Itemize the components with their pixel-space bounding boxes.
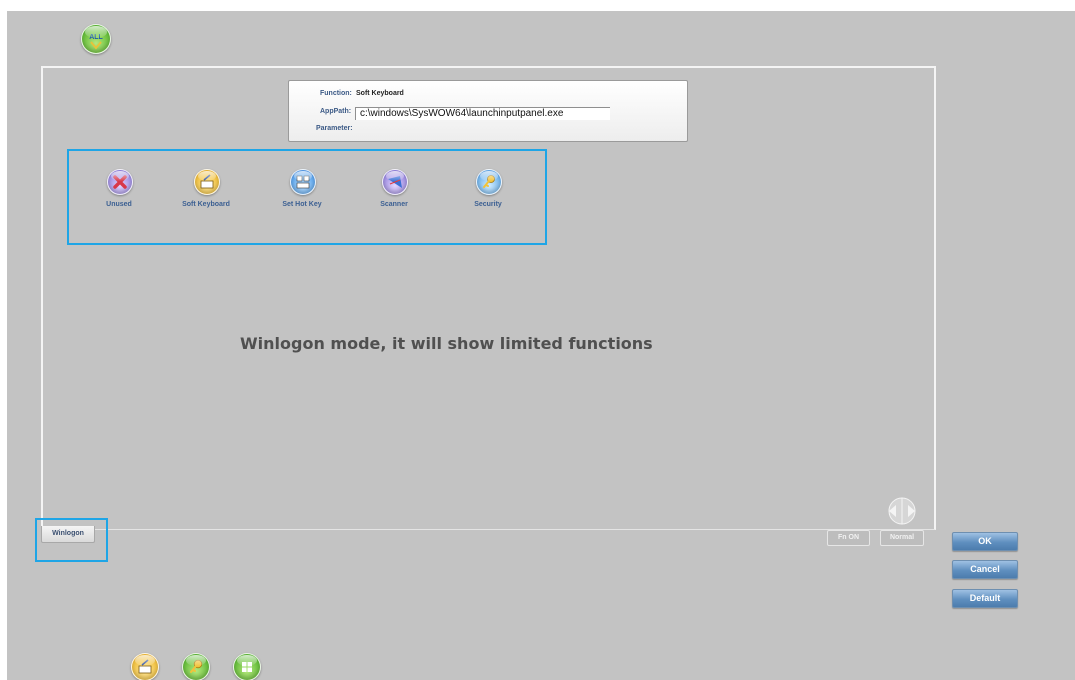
winlogon-mode-message: Winlogon mode, it will show limited func… <box>240 334 653 353</box>
fn-on-button[interactable]: Fn ON <box>827 530 870 546</box>
parameter-label: Parameter: <box>316 125 353 132</box>
page-nav-arrows <box>874 497 930 525</box>
soft-keyboard-icon[interactable] <box>131 653 159 680</box>
function-item-set-hot-key[interactable]: Set Hot Key <box>262 169 342 219</box>
function-item-security[interactable]: Security <box>448 169 528 219</box>
function-value: Soft Keyboard <box>356 90 404 97</box>
default-button[interactable]: Default <box>952 589 1018 608</box>
function-item-scanner[interactable]: Scanner <box>354 169 434 219</box>
winlogon-settings-window: ALL Function: Soft Keyboard AppPath: c:\… <box>7 11 1075 680</box>
function-item-soft-keyboard[interactable]: Soft Keyboard <box>168 169 248 219</box>
key-icon <box>476 169 502 195</box>
next-arrow-icon[interactable] <box>901 497 916 525</box>
tab-winlogon[interactable]: Winlogon <box>41 526 95 543</box>
apppath-label: AppPath: <box>320 108 352 115</box>
normal-button[interactable]: Normal <box>880 530 924 546</box>
unused-x-icon <box>107 169 133 195</box>
cancel-button[interactable]: Cancel <box>952 560 1018 579</box>
soft-keyboard-icon <box>194 169 220 195</box>
function-label-scanner: Scanner <box>380 201 408 208</box>
function-info-box: Function: Soft Keyboard AppPath: c:\wind… <box>288 80 688 142</box>
prev-arrow-icon[interactable] <box>888 497 903 525</box>
function-label-set-hot-key: Set Hot Key <box>282 201 322 208</box>
apppath-field[interactable]: c:\windows\SysWOW64\launchinputpanel.exe <box>355 107 610 120</box>
hot-key-icon <box>290 169 316 195</box>
function-label: Function: <box>320 90 352 97</box>
scanner-icon <box>382 169 408 195</box>
function-label-unused: Unused <box>106 201 132 208</box>
function-item-unused[interactable]: Unused <box>79 169 159 219</box>
ok-button[interactable]: OK <box>952 532 1018 551</box>
all-icon-text: ALL <box>89 34 103 41</box>
windows-icon[interactable] <box>233 653 261 680</box>
all-icon[interactable]: ALL <box>81 24 111 54</box>
function-label-soft-keyboard: Soft Keyboard <box>182 201 230 208</box>
key-icon[interactable] <box>182 653 210 680</box>
function-label-security: Security <box>474 201 502 208</box>
